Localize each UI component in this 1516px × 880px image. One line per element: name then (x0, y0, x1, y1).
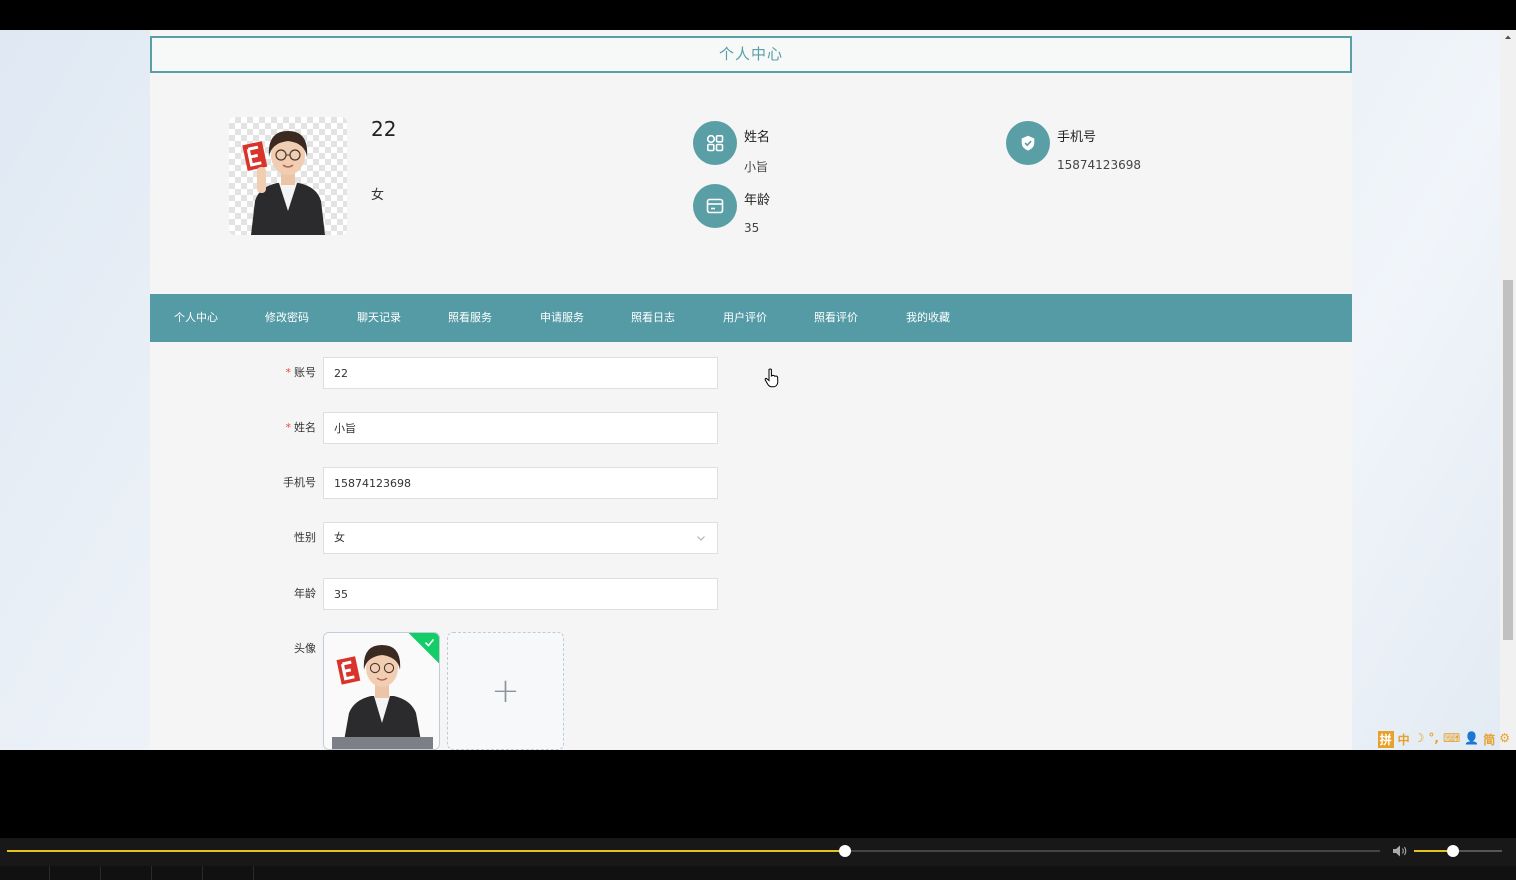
taskbar-item[interactable] (102, 866, 152, 880)
screen: 个人中心 22 女 姓名 小旨 年龄 35 手机号 15874123698 个人… (0, 0, 1516, 880)
nav-item-chat-history[interactable]: 聊天记录 (357, 294, 401, 342)
video-progress-bar[interactable] (7, 845, 1380, 857)
hand-cursor-icon (764, 368, 779, 388)
avatar-illustration (324, 633, 439, 749)
avatar-upload-add-button[interactable]: + (447, 632, 564, 750)
nav-item-change-password[interactable]: 修改密码 (265, 294, 309, 342)
shield-check-icon (1006, 121, 1050, 165)
ime-toolbar[interactable]: 拼 中 ☽ °, ⌨ 👤 简 ⚙ (1377, 731, 1510, 748)
volume-slider-knob[interactable] (1446, 845, 1459, 857)
plus-icon: + (491, 671, 520, 711)
age-label: 年龄 (294, 587, 316, 600)
avatar-illustration (242, 131, 325, 235)
taskbar-item[interactable] (153, 866, 203, 880)
gender-selected-value: 女 (334, 531, 345, 544)
ime-settings-icon[interactable]: ⚙ (1499, 731, 1510, 748)
chevron-down-icon (697, 536, 705, 541)
nav-item-personal-center[interactable]: 个人中心 (174, 294, 218, 342)
ime-user-icon[interactable]: 👤 (1464, 731, 1479, 748)
taskbar-item[interactable] (204, 866, 254, 880)
ime-simplified[interactable]: 简 (1483, 731, 1495, 748)
nav-item-user-reviews[interactable]: 用户评价 (723, 294, 767, 342)
avatar-label: 头像 (294, 642, 316, 655)
name-input[interactable] (323, 412, 718, 444)
ime-logo[interactable]: 拼 (1377, 731, 1394, 748)
profile-card: 22 女 姓名 小旨 年龄 35 手机号 15874123698 (150, 73, 1352, 278)
info-name-value: 小旨 (744, 160, 769, 174)
form-row-name: * 姓名 (150, 412, 1352, 444)
taskbar (0, 866, 1516, 880)
account-input[interactable] (323, 357, 718, 389)
wallet-icon (693, 184, 737, 228)
video-progress-fill (7, 850, 845, 852)
form-row-account: * 账号 (150, 357, 1352, 389)
gender-label: 性别 (294, 531, 316, 544)
browser-viewport: 个人中心 22 女 姓名 小旨 年龄 35 手机号 15874123698 个人… (0, 30, 1516, 750)
avatar-upload-thumbnail[interactable] (323, 632, 440, 750)
name-label: * 姓名 (285, 421, 317, 434)
form-row-age: 年龄 (150, 578, 1352, 610)
profile-gender: 女 (371, 188, 385, 203)
video-player-controls (0, 838, 1516, 866)
profile-avatar (229, 117, 347, 235)
apps-icon (693, 121, 737, 165)
profile-username: 22 (371, 117, 397, 141)
info-phone-value: 15874123698 (1057, 158, 1141, 172)
info-name-label: 姓名 (744, 130, 771, 145)
form-row-phone: 手机号 (150, 467, 1352, 499)
phone-input[interactable] (323, 467, 718, 499)
info-phone-label: 手机号 (1057, 130, 1097, 145)
volume-icon[interactable] (1391, 844, 1409, 858)
nav-item-care-reviews[interactable]: 照看评价 (814, 294, 858, 342)
nav-bar: 个人中心 修改密码 聊天记录 照看服务 申请服务 照看日志 用户评价 照看评价 … (150, 294, 1352, 342)
scroll-up-arrow-icon[interactable] (1500, 32, 1516, 42)
volume-slider[interactable] (1414, 845, 1502, 857)
check-icon (424, 639, 435, 647)
required-mark: * (285, 421, 292, 434)
account-label: * 账号 (285, 366, 317, 379)
personal-center-page: 个人中心 22 女 姓名 小旨 年龄 35 手机号 15874123698 个人… (150, 30, 1352, 750)
age-input[interactable] (323, 578, 718, 610)
nav-item-care-log[interactable]: 照看日志 (631, 294, 675, 342)
required-mark: * (285, 366, 292, 379)
taskbar-item[interactable] (51, 866, 101, 880)
info-age-label: 年龄 (744, 193, 771, 208)
ime-moon-icon[interactable]: ☽ (1414, 731, 1425, 748)
nav-item-care-services[interactable]: 照看服务 (448, 294, 492, 342)
form-row-gender: 性别 女 (150, 522, 1352, 554)
nav-item-my-favorites[interactable]: 我的收藏 (906, 294, 950, 342)
phone-label: 手机号 (283, 476, 316, 489)
ime-mode-chinese[interactable]: 中 (1398, 731, 1410, 748)
page-title: 个人中心 (150, 36, 1352, 73)
nav-item-apply-service[interactable]: 申请服务 (540, 294, 584, 342)
info-age-value: 35 (744, 221, 760, 235)
video-progress-knob[interactable] (838, 845, 851, 857)
page-scrollbar[interactable] (1500, 30, 1516, 750)
ime-punctuation-icon[interactable]: °, (1428, 731, 1439, 748)
taskbar-item[interactable] (0, 866, 50, 880)
scrollbar-thumb[interactable] (1503, 280, 1513, 640)
gender-select[interactable]: 女 (323, 522, 718, 554)
ime-keyboard-icon[interactable]: ⌨ (1443, 731, 1460, 748)
